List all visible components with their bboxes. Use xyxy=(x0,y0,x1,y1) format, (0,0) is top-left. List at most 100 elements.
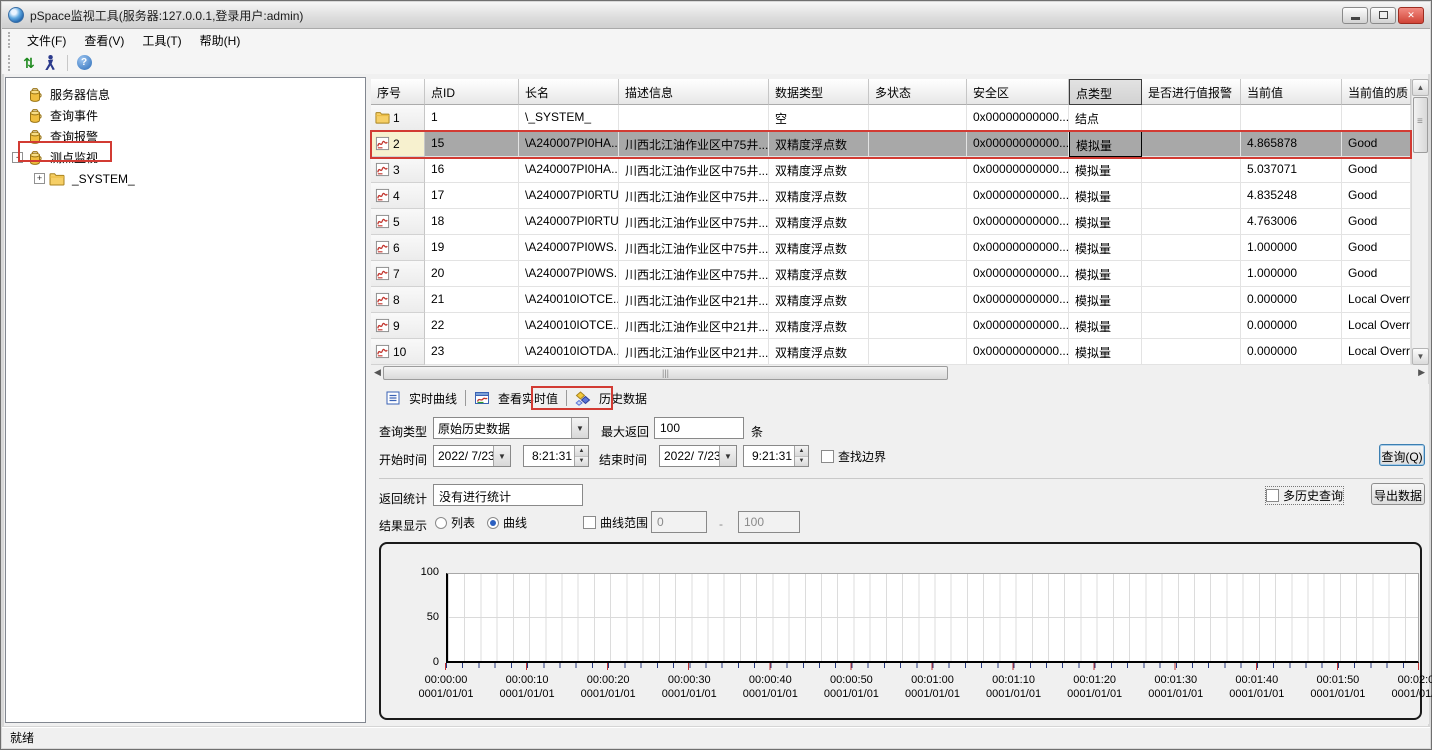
cell-point-type: 模拟量 xyxy=(1069,235,1142,261)
query-type-select[interactable]: 原始历史数据 ▼ xyxy=(433,417,589,439)
max-return-input[interactable]: 100 xyxy=(654,417,744,439)
cell-alarm xyxy=(1142,235,1241,261)
boundary-checkbox[interactable] xyxy=(821,450,834,463)
column-header-6[interactable]: 多状态 xyxy=(869,79,967,105)
x-tick-time: 00:01:50 xyxy=(1292,673,1384,687)
menu-item-4[interactable]: 帮助(H) xyxy=(191,29,250,52)
close-button[interactable]: ✕ xyxy=(1398,7,1424,24)
cell-long-name: \A240007PI0RTU... xyxy=(519,183,619,209)
end-date-picker[interactable]: 2022/ 7/23 ▼ xyxy=(659,445,737,467)
scroll-left-icon[interactable]: ◀ xyxy=(374,367,381,378)
row-header-cell[interactable]: 3 xyxy=(371,157,425,183)
row-header-cell[interactable]: 5 xyxy=(371,209,425,235)
row-header-cell[interactable]: 10 xyxy=(371,339,425,365)
table-vertical-scrollbar[interactable]: ▲ ▼ xyxy=(1411,79,1428,365)
spin-down-icon[interactable]: ▼ xyxy=(795,457,808,467)
menu-item-3[interactable]: 工具(T) xyxy=(133,29,190,52)
start-time-spinner[interactable]: 8:21:31 ▲▼ xyxy=(523,445,589,467)
column-header-1[interactable]: 序号 xyxy=(371,79,425,105)
radio-curve-row[interactable]: 曲线 xyxy=(487,514,527,531)
row-seq: 6 xyxy=(393,241,400,255)
column-header-9[interactable]: 是否进行值报警 xyxy=(1142,79,1241,105)
range-min-input[interactable]: 0 xyxy=(651,511,707,533)
export-button[interactable]: 导出数据 xyxy=(1371,483,1425,505)
cell-multi xyxy=(869,209,967,235)
column-header-4[interactable]: 描述信息 xyxy=(619,79,769,105)
table-row-4[interactable]: 417\A240007PI0RTU...川西北江油作业区中75井...双精度浮点… xyxy=(371,183,1411,209)
cell-multi xyxy=(869,313,967,339)
chevron-down-icon[interactable]: ▼ xyxy=(493,446,510,466)
help-button[interactable]: ? xyxy=(73,53,95,73)
table-row-9[interactable]: 922\A240010IOTCE...川西北江油作业区中21井...双精度浮点数… xyxy=(371,313,1411,339)
tab-1[interactable]: 实时曲线 xyxy=(379,388,463,409)
column-header-5[interactable]: 数据类型 xyxy=(769,79,869,105)
sync-icon: ⇅ xyxy=(23,56,35,70)
column-header-7[interactable]: 安全区 xyxy=(967,79,1069,105)
table-row-8[interactable]: 821\A240010IOTCE...川西北江油作业区中21井...双精度浮点数… xyxy=(371,287,1411,313)
row-header-cell[interactable]: 7 xyxy=(371,261,425,287)
multi-history-checkbox-row[interactable]: 多历史查询 xyxy=(1266,487,1343,504)
tree-item-5[interactable]: +_SYSTEM_ xyxy=(6,168,365,189)
end-time-spinner[interactable]: 9:21:31 ▲▼ xyxy=(743,445,809,467)
curve-radio[interactable] xyxy=(487,517,499,529)
row-header-cell[interactable]: 1 xyxy=(371,105,425,131)
table-row-6[interactable]: 619\A240007PI0WS...川西北江油作业区中75井...双精度浮点数… xyxy=(371,235,1411,261)
column-header-10[interactable]: 当前值 xyxy=(1241,79,1342,105)
cell-security: 0x00000000000... xyxy=(967,157,1069,183)
x-tick-label-5: 00:00:400001/01/01 xyxy=(724,673,816,701)
query-button[interactable]: 查询(Q) xyxy=(1379,444,1425,466)
column-header-8[interactable]: 点类型 xyxy=(1069,79,1142,105)
collapse-icon[interactable]: - xyxy=(12,152,23,163)
radio-list-row[interactable]: 列表 xyxy=(435,514,475,531)
boundary-checkbox-row[interactable]: 查找边界 xyxy=(821,448,886,465)
tree-item-2[interactable]: 查询事件 xyxy=(6,105,365,126)
menu-item-2[interactable]: 查看(V) xyxy=(75,29,133,52)
scroll-down-icon[interactable]: ▼ xyxy=(1412,348,1429,365)
vertical-scroll-thumb[interactable] xyxy=(1413,97,1428,153)
spin-down-icon[interactable]: ▼ xyxy=(575,457,588,467)
table-row-5[interactable]: 518\A240007PI0RTU...川西北江油作业区中75井...双精度浮点… xyxy=(371,209,1411,235)
spin-up-icon[interactable]: ▲ xyxy=(795,446,808,457)
row-seq: 1 xyxy=(393,111,400,125)
row-header-cell[interactable]: 8 xyxy=(371,287,425,313)
list-radio[interactable] xyxy=(435,517,447,529)
curve-range-checkbox[interactable] xyxy=(583,516,596,529)
row-header-cell[interactable]: 2 xyxy=(371,131,425,157)
expand-icon[interactable]: + xyxy=(34,173,45,184)
user-run-button[interactable] xyxy=(40,53,62,73)
title-bar[interactable]: pSpace监视工具(服务器:127.0.0.1,登录用户:admin) ✕ xyxy=(2,2,1430,29)
column-header-2[interactable]: 点ID xyxy=(425,79,519,105)
table-row-7[interactable]: 720\A240007PI0WS...川西北江油作业区中75井...双精度浮点数… xyxy=(371,261,1411,287)
scroll-up-icon[interactable]: ▲ xyxy=(1412,79,1429,96)
range-max-input[interactable]: 100 xyxy=(738,511,800,533)
maximize-button[interactable] xyxy=(1370,7,1396,24)
tree-item-3[interactable]: 查询报警 xyxy=(6,126,365,147)
table-horizontal-scrollbar[interactable]: ◀ ▶ xyxy=(371,365,1428,381)
x-tick-date: 0001/01/01 xyxy=(643,687,735,701)
minimize-button[interactable] xyxy=(1342,7,1368,24)
start-date-picker[interactable]: 2022/ 7/23 ▼ xyxy=(433,445,511,467)
tree-item-1[interactable]: 服务器信息 xyxy=(6,84,365,105)
tab-3[interactable]: 历史数据 xyxy=(569,388,653,409)
horizontal-scroll-thumb[interactable] xyxy=(383,366,948,380)
table-row-3[interactable]: 316\A240007PI0HA...川西北江油作业区中75井...双精度浮点数… xyxy=(371,157,1411,183)
row-header-cell[interactable]: 6 xyxy=(371,235,425,261)
cell-security: 0x00000000000... xyxy=(967,313,1069,339)
table-row-10[interactable]: 1023\A240010IOTDA...川西北江油作业区中21井...双精度浮点… xyxy=(371,339,1411,365)
chevron-down-icon[interactable]: ▼ xyxy=(719,446,736,466)
table-row-2[interactable]: 215\A240007PI0HA...川西北江油作业区中75井...双精度浮点数… xyxy=(371,131,1411,157)
column-header-11[interactable]: 当前值的质 xyxy=(1342,79,1411,105)
tab-2[interactable]: 查看实时值 xyxy=(468,388,564,409)
row-header-cell[interactable]: 4 xyxy=(371,183,425,209)
chevron-down-icon[interactable]: ▼ xyxy=(571,418,588,438)
row-header-cell[interactable]: 9 xyxy=(371,313,425,339)
column-header-3[interactable]: 长名 xyxy=(519,79,619,105)
menu-item-1[interactable]: 文件(F) xyxy=(18,29,75,52)
multi-history-checkbox[interactable] xyxy=(1266,489,1279,502)
sync-button[interactable]: ⇅ xyxy=(18,53,40,73)
scroll-right-icon[interactable]: ▶ xyxy=(1418,367,1425,378)
table-row-1[interactable]: 11\_SYSTEM_空0x00000000000...结点 xyxy=(371,105,1411,131)
tree-item-4[interactable]: -测点监视 xyxy=(6,147,365,168)
curve-range-checkbox-row[interactable]: 曲线范围 xyxy=(583,514,648,531)
spin-up-icon[interactable]: ▲ xyxy=(575,446,588,457)
